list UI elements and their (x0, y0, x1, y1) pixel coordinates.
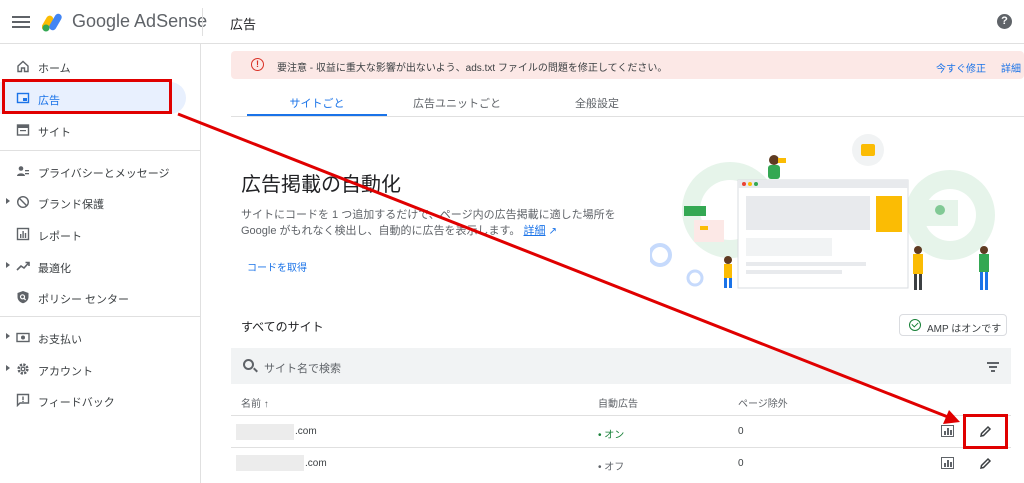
trending-up-icon (16, 261, 30, 271)
sites-icon (16, 124, 30, 136)
alert-details-link[interactable]: 詳細 (1001, 60, 1021, 75)
privacy-icon (17, 166, 29, 176)
sidebar-item-label: アカウント (38, 366, 93, 378)
column-header-page-exclusions: ページ除外 (738, 399, 788, 410)
sidebar-item-sites[interactable]: サイト (0, 114, 200, 146)
description-text: サイトにコードを 1 つ追加するだけで、ページ内の広告掲載に適した場所を Goo… (241, 209, 616, 237)
amp-status-text: AMP はオンです (927, 324, 1002, 335)
divider (200, 44, 201, 483)
page-exclusions-count: 0 (738, 426, 744, 437)
divider (0, 150, 200, 151)
highlight-box-ads-nav (2, 79, 172, 114)
column-header-name[interactable]: 名前 ↑ (241, 395, 269, 410)
auto-ads-status: • オン (598, 430, 625, 441)
search-icon (243, 359, 254, 370)
adsense-logo-icon (42, 13, 62, 32)
home-icon (17, 60, 29, 73)
site-name: .com (295, 426, 317, 437)
feedback-icon (16, 393, 30, 407)
column-header-auto-ads: 自動広告 (598, 399, 638, 410)
sidebar-item-label: ブランド保護 (38, 199, 104, 211)
sidebar-item-feedback[interactable]: フィードバック (0, 384, 200, 416)
sidebar-item-label: サイト (38, 127, 71, 139)
active-tab-indicator (247, 114, 387, 116)
site-name: .com (305, 458, 327, 469)
sidebar-item-label: お支払い (38, 334, 82, 346)
sidebar-item-account[interactable]: アカウント (0, 353, 200, 385)
tab-by-ad-unit[interactable]: 広告ユニットごと (387, 95, 527, 111)
page-title: 広告 (230, 17, 257, 32)
sidebar-item-label: レポート (38, 231, 82, 243)
divider (202, 8, 203, 36)
amp-status-chip[interactable]: AMP はオンです (899, 314, 1007, 336)
all-sites-heading: すべてのサイト (241, 320, 324, 334)
auto-ads-heading: 広告掲載の自動化 (241, 174, 401, 196)
open-in-new-icon: ↗ (548, 226, 557, 237)
block-icon (16, 195, 30, 209)
auto-ads-status: • オフ (598, 462, 625, 473)
filter-icon[interactable] (987, 362, 999, 374)
sidebar-item-label: 最適化 (38, 263, 71, 275)
sidebar-item-label: プライバシーとメッセージ (38, 168, 170, 180)
sidebar-item-label: ホーム (38, 63, 71, 75)
report-icon[interactable] (941, 457, 954, 469)
sidebar-item-label: フィードバック (38, 397, 115, 409)
alert-text: 要注意 - 収益に重大な影響が出ないよう、ads.txt ファイルの問題を修正し… (277, 63, 668, 74)
sidebar-item-label: ポリシー センター (38, 294, 130, 306)
get-code-link[interactable]: コードを取得 (247, 259, 307, 274)
help-icon[interactable]: ? (997, 14, 1012, 29)
tab-global-settings[interactable]: 全般設定 (527, 95, 667, 111)
redacted-site-name (236, 455, 304, 471)
auto-ads-illustration (650, 134, 995, 290)
brand-name: Google AdSense (72, 11, 208, 31)
sidebar-item-reports[interactable]: レポート (0, 218, 200, 250)
learn-more-link[interactable]: 詳細 (524, 225, 546, 237)
sidebar-item-optimization[interactable]: 最適化 (0, 250, 200, 282)
search-input[interactable]: サイト名で検索 (264, 360, 341, 376)
ads-txt-alert-banner: ! 要注意 - 収益に重大な影響が出ないよう、ads.txt ファイルの問題を修… (231, 51, 1024, 79)
chevron-right-icon (6, 262, 10, 268)
tab-bar: サイトごと 広告ユニットごと 全般設定 (231, 86, 1024, 117)
fix-now-link[interactable]: 今すぐ修正 (936, 60, 986, 75)
divider (231, 415, 1011, 416)
sidebar-item-home[interactable]: ホーム (0, 50, 200, 82)
chevron-right-icon (6, 365, 10, 371)
menu-icon[interactable] (12, 13, 30, 31)
edit-icon[interactable] (979, 457, 992, 470)
reports-icon (16, 227, 30, 241)
sidebar-item-policy-center[interactable]: ポリシー センター (0, 281, 200, 313)
highlight-box-edit-button (963, 414, 1008, 449)
sidebar-item-brand-safety[interactable]: ブランド保護 (0, 186, 200, 218)
top-app-bar: Google AdSense 広告 ? (0, 0, 1024, 44)
divider (0, 316, 200, 317)
site-search-bar[interactable]: サイト名で検索 (231, 348, 1011, 384)
chevron-right-icon (6, 198, 10, 204)
settings-icon (17, 363, 29, 375)
sidebar-item-payments[interactable]: お支払い (0, 321, 200, 353)
check-circle-icon (909, 319, 921, 331)
policy-icon (17, 291, 29, 304)
auto-ads-description: サイトにコードを 1 つ追加するだけで、ページ内の広告掲載に適した場所を Goo… (241, 207, 641, 240)
tab-by-site[interactable]: サイトごと (247, 95, 387, 111)
payments-icon (16, 332, 30, 343)
sidebar-item-privacy[interactable]: プライバシーとメッセージ (0, 155, 200, 187)
chevron-right-icon (6, 333, 10, 339)
error-icon: ! (251, 58, 264, 71)
divider (231, 447, 1011, 448)
report-icon[interactable] (941, 425, 954, 437)
redacted-site-name (236, 424, 294, 440)
page-exclusions-count: 0 (738, 458, 744, 469)
